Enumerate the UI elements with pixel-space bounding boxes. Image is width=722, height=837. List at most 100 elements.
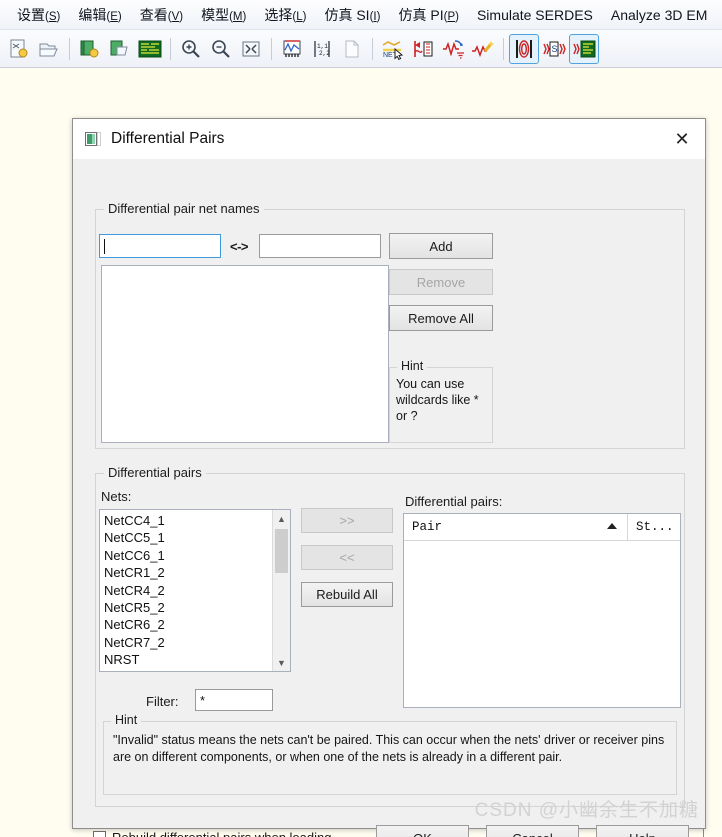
- menu-mnemonic-4: L: [296, 10, 303, 23]
- wizard-icon[interactable]: [469, 35, 497, 63]
- crosstalk-icon[interactable]: [509, 33, 539, 64]
- serdes-icon[interactable]: S: [540, 35, 568, 63]
- numeric-values-icon[interactable]: 1,1 2,2: [308, 35, 336, 63]
- zoom-fit-icon[interactable]: [237, 35, 265, 63]
- differential-pairs-dialog: Differential Pairs ✕ Differential pair n…: [72, 118, 706, 837]
- menu-bar[interactable]: 设置(S) 编辑(E) 查看(V) 模型(M) 选择(L) 仿真 SI(I) 仿…: [0, 0, 722, 30]
- screen: 设置(S) 编辑(E) 查看(V) 模型(M) 选择(L) 仿真 SI(I) 仿…: [0, 0, 722, 837]
- pairs-column-pair[interactable]: Pair: [404, 514, 628, 540]
- net-a-input[interactable]: [99, 234, 221, 258]
- toolbar-separator: [503, 37, 504, 60]
- pairs-grid-header[interactable]: Pair St...: [404, 514, 680, 541]
- net-names-group-label: Differential pair net names: [104, 201, 264, 216]
- remove-button: Remove: [389, 269, 493, 295]
- watermark: CSDN @小幽余生不加糖: [474, 800, 699, 821]
- menu-item-0[interactable]: 设置(S): [8, 3, 69, 27]
- pcb-stackup-icon[interactable]: [136, 35, 164, 63]
- help-button[interactable]: Help: [596, 825, 689, 837]
- toolbar-separator: [69, 37, 70, 60]
- menu-item-5[interactable]: 仿真 SI(I): [315, 3, 389, 27]
- remove-all-button[interactable]: Remove All: [389, 305, 493, 331]
- nets-list-item[interactable]: NetCR6_2: [104, 616, 286, 633]
- nets-list-item[interactable]: NetCC6_1: [104, 547, 286, 564]
- menu-label-3: 模型: [201, 6, 230, 23]
- save-as-icon[interactable]: [106, 35, 134, 63]
- cancel-button[interactable]: Cancel: [486, 825, 579, 837]
- new-design-icon[interactable]: [5, 35, 33, 63]
- menu-label-7: Simulate SERDES: [476, 6, 593, 23]
- svg-text:2,2: 2,2: [319, 50, 330, 57]
- menu-item-3[interactable]: 模型(M): [192, 3, 255, 27]
- menu-mnemonic-5: I: [373, 10, 377, 23]
- dialog-titlebar[interactable]: Differential Pairs ✕: [73, 119, 705, 159]
- filter-input[interactable]: *: [195, 689, 273, 711]
- rebuild-all-button[interactable]: Rebuild All: [301, 582, 393, 607]
- waveform-icon[interactable]: [278, 35, 306, 63]
- report-icon[interactable]: [338, 35, 366, 63]
- pair-names-list: [102, 266, 388, 270]
- scroll-thumb[interactable]: [275, 529, 288, 573]
- move-right-button: >>: [301, 508, 393, 533]
- close-icon[interactable]: ✕: [659, 119, 705, 159]
- net-b-input[interactable]: [259, 234, 381, 258]
- nets-list[interactable]: NetCC4_1 NetCC5_1 NetCC6_1 NetCR1_2 NetCR4_2…: [100, 510, 290, 671]
- pairs-list-label: Differential pairs:: [405, 494, 503, 509]
- nets-list-item[interactable]: NetCC4_1: [104, 512, 286, 529]
- pair-names-listbox[interactable]: [101, 265, 389, 443]
- nets-list-item[interactable]: NetCR5_2: [104, 599, 286, 616]
- open-folder-icon[interactable]: [35, 35, 63, 63]
- em-icon[interactable]: [569, 33, 599, 64]
- status-hint-label: Hint: [111, 713, 142, 727]
- nets-list-item[interactable]: NetCR4_2: [104, 582, 286, 599]
- menu-label-4: 选择: [264, 6, 293, 23]
- tool-bar[interactable]: 1,1 2,2 NET S: [0, 30, 722, 68]
- text-caret: [104, 238, 105, 254]
- toolbar-separator: [170, 37, 171, 60]
- menu-item-2[interactable]: 查看(V): [131, 3, 192, 27]
- scroll-down-icon[interactable]: ▼: [273, 654, 290, 671]
- pairs-group-label: Differential pairs: [104, 465, 206, 480]
- menu-label-6: 仿真 PI: [398, 6, 444, 23]
- zoom-out-icon[interactable]: [207, 35, 235, 63]
- pairs-column-status[interactable]: St...: [628, 514, 674, 540]
- driver-receiver-icon[interactable]: [409, 35, 437, 63]
- nets-list-item[interactable]: NetCC5_1: [104, 529, 286, 546]
- menu-mnemonic-1: E: [110, 10, 118, 23]
- scroll-up-icon[interactable]: ▲: [273, 510, 290, 527]
- menu-mnemonic-2: V: [171, 10, 180, 23]
- svg-text:1,1: 1,1: [317, 43, 328, 50]
- wildcard-hint-label: Hint: [397, 359, 428, 373]
- wildcard-hint-text: You can use wildcards like * or ?: [396, 377, 479, 423]
- dialog-title: Differential Pairs: [111, 130, 225, 147]
- zoom-in-icon[interactable]: [177, 35, 205, 63]
- menu-item-4[interactable]: 选择(L): [255, 3, 315, 27]
- menu-item-6[interactable]: 仿真 PI(P): [389, 3, 467, 27]
- menu-item-8[interactable]: Analyze 3D EM: [602, 5, 716, 25]
- rebuild-on-load-row[interactable]: Rebuild differential pairs when loading: [93, 830, 331, 837]
- nets-list-item[interactable]: NetCR1_2: [104, 564, 286, 581]
- menu-label-5: 仿真 SI: [324, 6, 370, 23]
- menu-item-7[interactable]: Simulate SERDES: [468, 5, 602, 25]
- nets-listbox[interactable]: NetCC4_1 NetCC5_1 NetCC6_1 NetCR1_2 NetCR4_2…: [99, 509, 291, 672]
- nets-list-item[interactable]: NetCR7_2: [104, 634, 286, 651]
- pairs-grid[interactable]: Pair St...: [403, 513, 681, 708]
- filter-value: *: [200, 692, 206, 708]
- toolbar-separator: [271, 37, 272, 60]
- nets-scrollbar[interactable]: ▲ ▼: [272, 510, 290, 671]
- rebuild-on-load-checkbox[interactable]: [93, 831, 106, 837]
- net-select-icon[interactable]: NET: [379, 35, 407, 63]
- menu-item-1[interactable]: 编辑(E): [69, 3, 130, 27]
- nets-list-item[interactable]: NRST: [104, 651, 286, 668]
- add-button[interactable]: Add: [389, 233, 493, 259]
- svg-text:S: S: [552, 44, 558, 54]
- save-design-icon[interactable]: [76, 35, 104, 63]
- nets-list-item[interactable]: PA1: [104, 669, 286, 671]
- ok-button[interactable]: OK: [376, 825, 469, 837]
- menu-mnemonic-3: M: [232, 10, 243, 23]
- status-hint-text: "Invalid" status means the nets can't be…: [113, 733, 665, 764]
- menu-label-0: 设置: [17, 6, 45, 23]
- pairs-column-status-label: St...: [636, 520, 674, 534]
- menu-label-8: Analyze 3D EM: [610, 6, 708, 23]
- decoupling-icon[interactable]: [439, 35, 467, 63]
- wildcard-hint-box: Hint You can use wildcards like * or ?: [389, 359, 493, 443]
